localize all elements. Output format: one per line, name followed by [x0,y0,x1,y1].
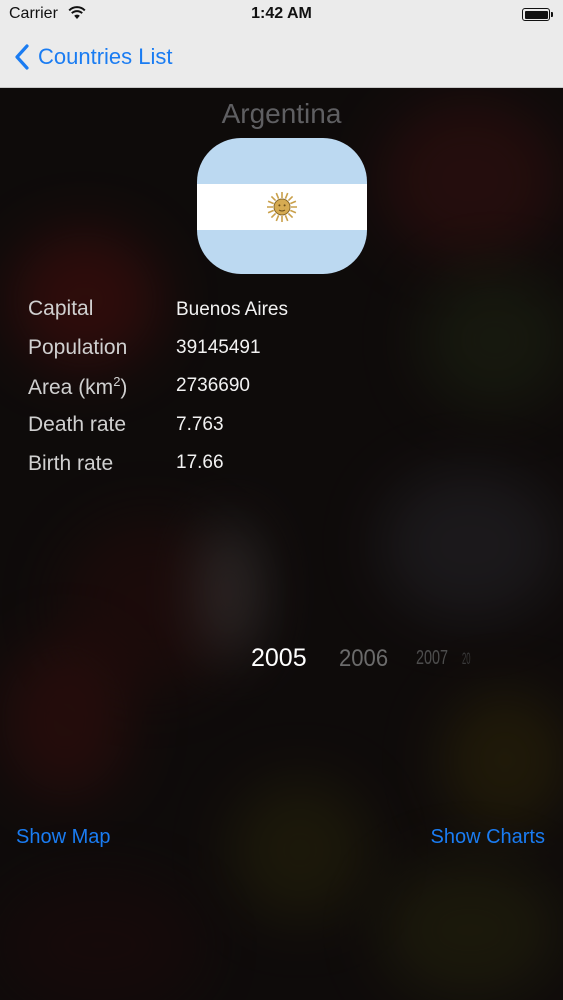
argentina-flag-icon [197,138,367,274]
year-option[interactable]: 2006 [339,645,388,673]
show-charts-button[interactable]: Show Charts [431,826,546,849]
year-picker[interactable]: 2005 2006 2007 20 [0,630,563,690]
year-option[interactable]: 2007 [416,647,448,670]
back-button-label: Countries List [38,44,173,69]
area-value: 2736690 [176,375,250,396]
battery-tip [551,12,553,17]
clock: 1:42 AM [251,5,312,22]
back-button[interactable]: Countries List [14,40,173,74]
country-title: Argentina [221,98,342,129]
chevron-left-icon [15,44,29,70]
death-rate-value: 7.763 [176,414,224,435]
death-rate-label: Death rate [28,413,127,436]
battery-icon [522,8,550,21]
status-bar: Carrier 1:42 AM [0,0,563,30]
show-map-button[interactable]: Show Map [16,826,111,849]
year-option-selected[interactable]: 2005 [251,644,307,673]
birth-rate-label: Birth rate [28,452,114,475]
area-label: Area (km2) [28,374,128,399]
capital-value: Buenos Aires [176,299,288,320]
birth-rate-value: 17.66 [176,452,224,473]
population-value: 39145491 [176,337,261,358]
navigation-bar: Carrier 1:42 AM Countries List [0,0,563,88]
year-option[interactable]: 20 [462,649,471,669]
population-label: Population [28,336,128,359]
capital-label: Capital [28,297,94,320]
